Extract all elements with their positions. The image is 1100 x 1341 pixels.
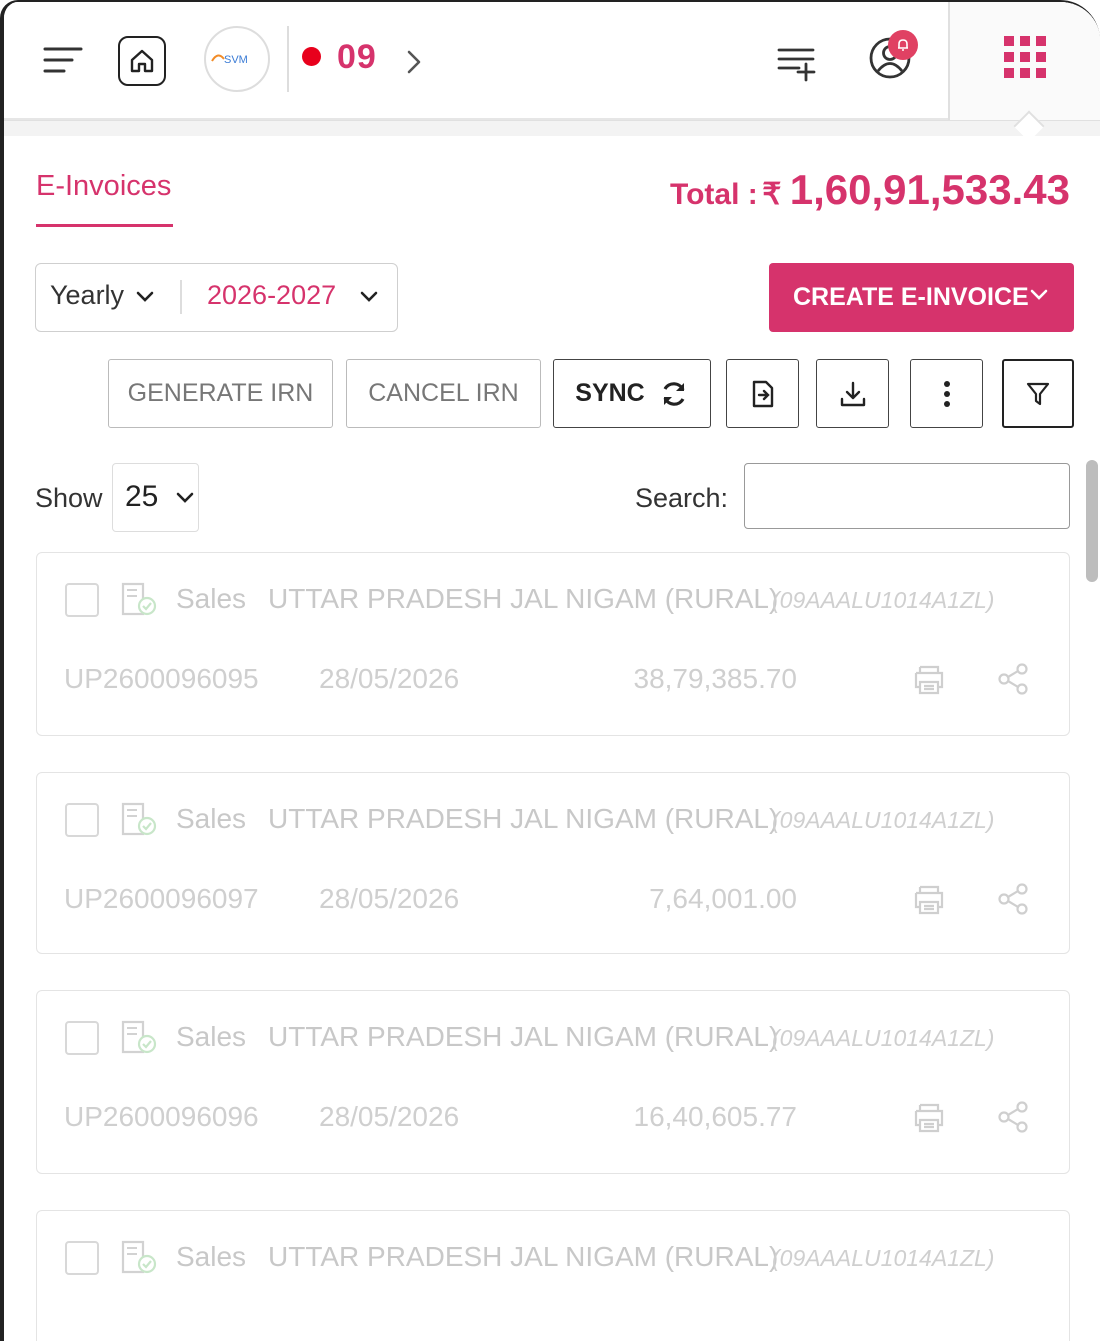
share-icon[interactable] bbox=[995, 1099, 1031, 1135]
page-size-value: 25 bbox=[125, 480, 159, 513]
chevron-down-icon[interactable] bbox=[1028, 284, 1050, 306]
invoice-number: UP2600096096 bbox=[64, 1101, 259, 1132]
invoice-card[interactable]: Sales UTTAR PRADESH JAL NIGAM (RURAL) (0… bbox=[36, 990, 1070, 1174]
invoice-number: UP2600096097 bbox=[64, 883, 259, 914]
refresh-icon bbox=[659, 379, 689, 409]
period-number[interactable]: 09 bbox=[337, 38, 377, 77]
row-checkbox[interactable] bbox=[65, 1241, 99, 1275]
tab-e-invoices[interactable]: E-Invoices bbox=[36, 170, 171, 203]
cancel-irn-button[interactable]: CANCEL IRN bbox=[346, 359, 541, 428]
hamburger-menu-icon[interactable] bbox=[42, 42, 84, 78]
invoice-date: 28/05/2026 bbox=[319, 663, 460, 694]
party-name: UTTAR PRADESH JAL NIGAM (RURAL) bbox=[268, 583, 779, 614]
invoice-amount: 7,64,001.00 bbox=[649, 883, 797, 914]
app-frame: SVM 09 E-Invoices Total : ₹ 1,60,91,533.… bbox=[0, 0, 1100, 1341]
status-indicator-dot bbox=[302, 47, 321, 66]
row-checkbox[interactable] bbox=[65, 1021, 99, 1055]
print-icon[interactable] bbox=[911, 661, 947, 697]
search-input[interactable] bbox=[744, 463, 1070, 529]
more-vertical-icon bbox=[943, 380, 950, 407]
row-checkbox[interactable] bbox=[65, 803, 99, 837]
invoice-type: Sales bbox=[176, 1021, 247, 1052]
document-export-icon bbox=[752, 380, 773, 407]
invoice-amount: 16,40,605.77 bbox=[633, 1101, 798, 1132]
chevron-down-icon[interactable] bbox=[174, 487, 196, 509]
party-name: UTTAR PRADESH JAL NIGAM (RURAL) bbox=[268, 803, 779, 834]
add-to-list-icon[interactable] bbox=[772, 40, 824, 84]
invoice-list: Sales UTTAR PRADESH JAL NIGAM (RURAL) (0… bbox=[4, 550, 1100, 1341]
print-icon[interactable] bbox=[911, 881, 947, 917]
search-label: Search: bbox=[635, 483, 729, 513]
invoice-type: Sales bbox=[176, 583, 247, 614]
invoice-date: 28/05/2026 bbox=[319, 1101, 460, 1132]
invoice-number: UP2600096095 bbox=[64, 663, 259, 694]
sync-label: SYNC bbox=[575, 379, 645, 407]
share-icon[interactable] bbox=[995, 881, 1031, 917]
total-amount: Total : ₹ 1,60,91,533.43 bbox=[670, 166, 1070, 214]
more-options-button[interactable] bbox=[910, 359, 983, 428]
invoice-type: Sales bbox=[176, 803, 247, 834]
filter-button[interactable] bbox=[1002, 359, 1074, 428]
period-type-dropdown[interactable]: Yearly bbox=[50, 280, 124, 311]
sync-button[interactable]: SYNC bbox=[553, 359, 711, 428]
chevron-down-icon[interactable] bbox=[134, 286, 156, 308]
company-logo[interactable]: SVM bbox=[204, 26, 270, 92]
party-name: UTTAR PRADESH JAL NIGAM (RURAL) bbox=[268, 1241, 779, 1272]
invoice-card[interactable]: Sales UTTAR PRADESH JAL NIGAM (RURAL) (0… bbox=[36, 552, 1070, 736]
invoice-verified-icon bbox=[117, 580, 161, 620]
invoice-verified-icon bbox=[117, 1018, 161, 1058]
generate-irn-button[interactable]: GENERATE IRN bbox=[108, 359, 333, 428]
invoice-type: Sales bbox=[176, 1241, 247, 1272]
invoice-card[interactable]: Sales UTTAR PRADESH JAL NIGAM (RURAL) (0… bbox=[36, 1210, 1070, 1341]
total-label: Total : bbox=[669, 178, 758, 211]
invoice-verified-icon bbox=[117, 1238, 161, 1278]
notification-bell-icon[interactable] bbox=[888, 30, 918, 60]
row-checkbox[interactable] bbox=[65, 583, 99, 617]
download-icon bbox=[840, 381, 865, 406]
period-divider bbox=[180, 280, 182, 314]
invoice-amount: 38,79,385.70 bbox=[633, 663, 798, 694]
chevron-down-icon[interactable] bbox=[358, 286, 380, 308]
home-button[interactable] bbox=[118, 36, 166, 86]
party-gstin: (09AAALU1014A1ZL) bbox=[772, 1025, 995, 1051]
active-tab-underline bbox=[36, 224, 173, 227]
filter-icon bbox=[1026, 382, 1050, 405]
invoice-card[interactable]: Sales UTTAR PRADESH JAL NIGAM (RURAL) (0… bbox=[36, 772, 1070, 954]
top-navigation-bar: SVM 09 bbox=[4, 2, 1100, 120]
home-icon bbox=[130, 49, 154, 73]
fiscal-year-dropdown[interactable]: 2026-2027 bbox=[207, 280, 336, 311]
currency-symbol: ₹ bbox=[762, 178, 782, 211]
party-gstin: (09AAALU1014A1ZL) bbox=[772, 807, 995, 833]
chevron-right-icon[interactable] bbox=[400, 44, 428, 80]
header-divider bbox=[287, 26, 289, 92]
print-icon[interactable] bbox=[911, 1099, 947, 1135]
header-shadow bbox=[4, 120, 1100, 136]
logo-text: SVM bbox=[224, 54, 248, 66]
invoice-date: 28/05/2026 bbox=[319, 883, 460, 914]
invoice-verified-icon bbox=[117, 800, 161, 840]
total-value: 1,60,91,533.43 bbox=[789, 166, 1070, 213]
party-gstin: (09AAALU1014A1ZL) bbox=[772, 587, 995, 613]
create-e-invoice-label: CREATE E-INVOICE bbox=[793, 283, 1029, 311]
share-icon[interactable] bbox=[995, 661, 1031, 697]
show-entries-label: Show bbox=[35, 483, 103, 513]
party-name: UTTAR PRADESH JAL NIGAM (RURAL) bbox=[268, 1021, 779, 1052]
apps-grid-icon[interactable] bbox=[1004, 36, 1050, 78]
download-button[interactable] bbox=[816, 359, 889, 428]
party-gstin: (09AAALU1014A1ZL) bbox=[772, 1245, 995, 1271]
export-document-button[interactable] bbox=[726, 359, 799, 428]
